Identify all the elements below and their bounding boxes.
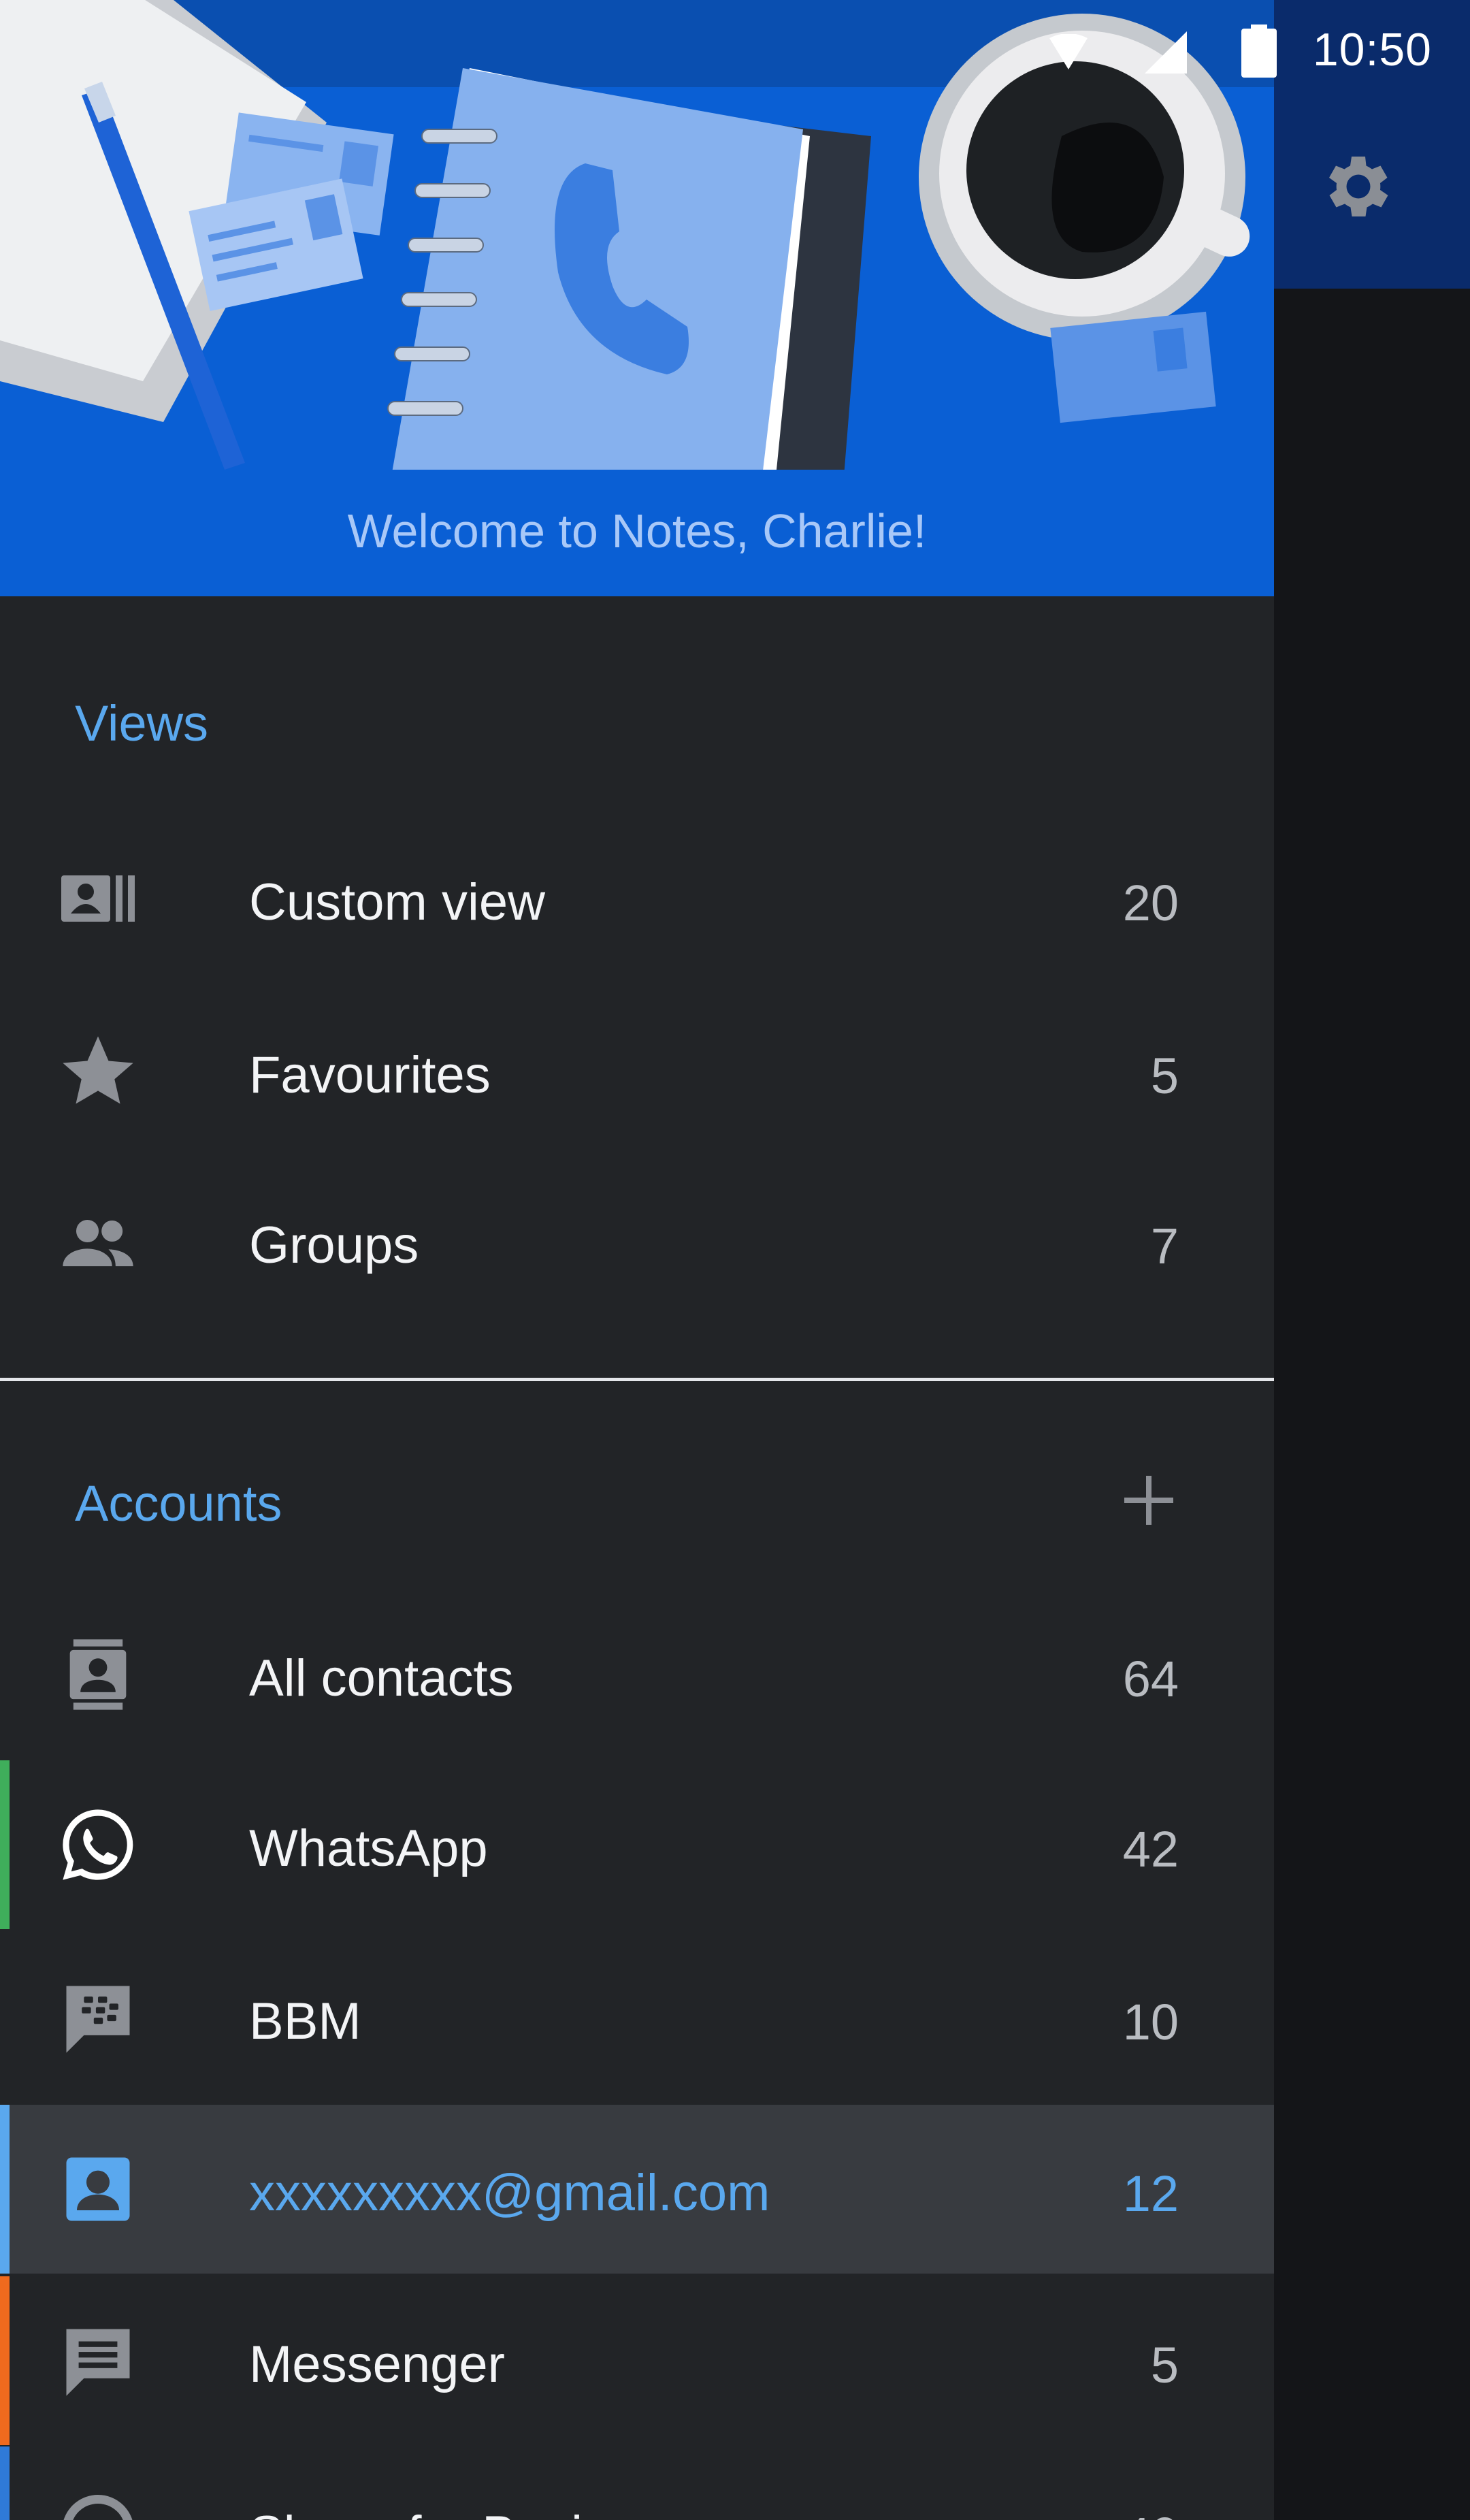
account-color-stripe xyxy=(0,2446,10,2520)
plus-icon[interactable] xyxy=(1116,1468,1181,1533)
account-icon xyxy=(66,2157,130,2221)
account-item-gmail[interactable]: xxxxxxxxx@gmail.com 12 xyxy=(0,2105,1274,2274)
account-item-label: Messenger xyxy=(249,2336,505,2393)
account-item-bbm[interactable]: BBM 10 xyxy=(0,1933,1274,2102)
account-item-count: 12 xyxy=(1122,2165,1179,2222)
whatsapp-icon xyxy=(63,1809,133,1880)
account-color-stripe xyxy=(0,1760,10,1929)
bbm-icon xyxy=(66,1986,130,2053)
status-bar: 10:50 xyxy=(0,0,1470,87)
group-icon xyxy=(63,1219,133,1267)
view-item-favourites[interactable]: Favourites 5 xyxy=(0,987,1274,1156)
view-item-label: Groups xyxy=(249,1216,419,1274)
wifi-icon xyxy=(1049,34,1088,69)
view-item-label: Custom view xyxy=(249,873,545,931)
account-item-count: 5 xyxy=(1150,2337,1179,2393)
account-item-label: BBM xyxy=(249,1992,361,2050)
account-item-count: 40 xyxy=(1123,2506,1179,2520)
section-title-views: Views xyxy=(75,695,209,752)
account-color-stripe xyxy=(0,2276,10,2445)
battery-icon xyxy=(1241,25,1277,78)
gear-icon[interactable] xyxy=(1318,146,1399,227)
drawer-header: Welcome to Notes, Charlie! xyxy=(0,0,1274,596)
status-time: 10:50 xyxy=(1312,24,1432,76)
view-item-custom-view[interactable]: Custom view 20 xyxy=(0,814,1274,983)
section-title-accounts: Accounts xyxy=(75,1475,282,1532)
account-color-stripe xyxy=(0,2105,10,2274)
account-item-count: 10 xyxy=(1122,1994,1179,2050)
account-item-label: xxxxxxxxx@gmail.com xyxy=(249,2164,770,2222)
messenger-icon xyxy=(66,2329,130,2396)
account-item-label: Skype for Business xyxy=(249,2505,692,2520)
content-scrim[interactable] xyxy=(1274,0,1470,2520)
view-item-count: 7 xyxy=(1150,1218,1179,1274)
account-item-skype-for-business[interactable]: Skype for Business 40 xyxy=(0,2446,1274,2520)
account-item-label: WhatsApp xyxy=(249,1820,488,1877)
section-divider xyxy=(0,1378,1274,1381)
star-icon xyxy=(63,1036,133,1104)
account-item-messenger[interactable]: Messenger 5 xyxy=(0,2276,1274,2445)
account-item-whatsapp[interactable]: WhatsApp 42 xyxy=(0,1760,1274,1929)
account-item-count: 42 xyxy=(1122,1821,1179,1877)
skype-icon xyxy=(63,2495,133,2520)
contacts-icon xyxy=(69,1639,127,1710)
signal-icon xyxy=(1145,31,1187,74)
navigation-drawer: Welcome to Notes, Charlie! Views Custom … xyxy=(0,0,1274,2520)
view-item-groups[interactable]: Groups 7 xyxy=(0,1157,1274,1326)
view-item-label: Favourites xyxy=(249,1046,491,1104)
view-item-count: 20 xyxy=(1122,875,1179,931)
account-item-label: All contacts xyxy=(249,1649,514,1707)
account-item-count: 64 xyxy=(1122,1651,1179,1707)
account-item-all-contacts[interactable]: All contacts 64 xyxy=(0,1590,1274,1759)
welcome-message: Welcome to Notes, Charlie! xyxy=(347,504,927,558)
view-item-count: 5 xyxy=(1150,1048,1179,1104)
custom-view-icon xyxy=(61,875,135,922)
